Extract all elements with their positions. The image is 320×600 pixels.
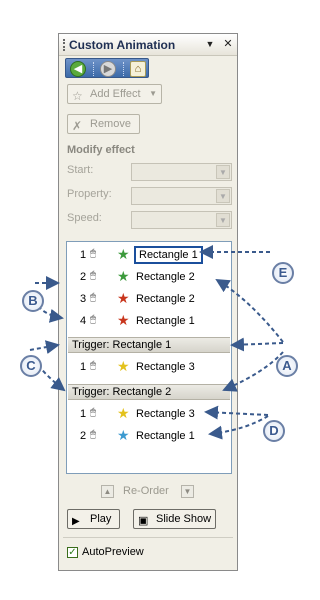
arrow-c-1 (29, 340, 60, 355)
arrow-a-2 (215, 278, 284, 343)
arrow-a-1 (230, 337, 284, 352)
callout-b: B (22, 290, 44, 312)
callout-c: C (20, 355, 42, 377)
callout-d: D (263, 420, 285, 442)
arrow-d-2 (208, 415, 269, 440)
callout-a: A (276, 355, 298, 377)
arrow-a-3 (222, 351, 284, 392)
annotation-arrows (29, 245, 284, 440)
callout-e: E (272, 262, 294, 284)
arrow-d-1 (204, 405, 269, 420)
